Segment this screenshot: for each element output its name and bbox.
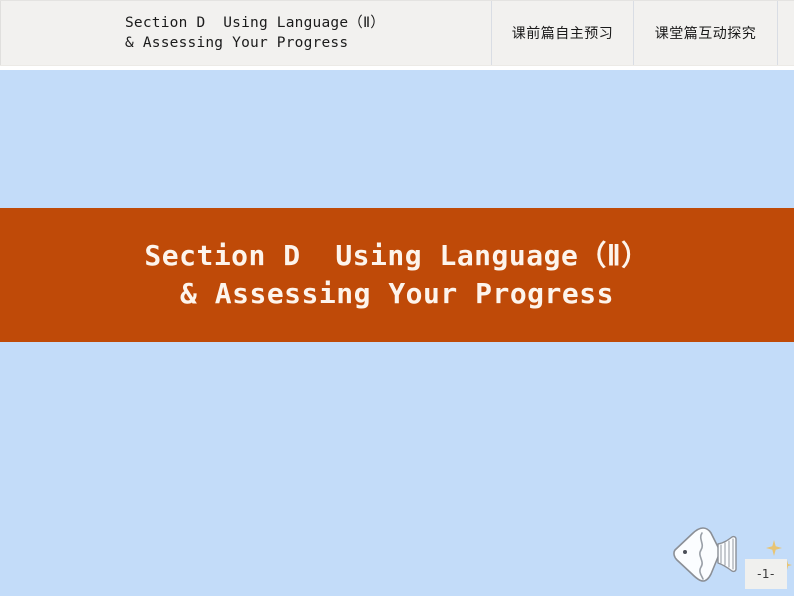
page-number-label: -1-	[757, 567, 775, 581]
tab-pre-class-preview[interactable]: 课前篇自主预习	[492, 1, 634, 65]
title-banner: Section D Using Language（Ⅱ） & Assessing …	[0, 208, 794, 342]
page-title: Section D Using Language（Ⅱ） & Assessing …	[107, 13, 385, 53]
sparkle-star-icon	[766, 540, 782, 556]
banner-title-line-1: Section D Using Language（Ⅱ）	[144, 239, 650, 272]
banner-title: Section D Using Language（Ⅱ） & Assessing …	[144, 237, 649, 313]
tab-pre-class-preview-label: 课前篇自主预习	[511, 26, 614, 42]
tab-in-class-exploration-label: 课堂篇互动探究	[654, 26, 757, 42]
page-title-line-2: & Assessing Your Progress	[125, 35, 349, 51]
header-tab-spacer	[778, 1, 794, 65]
slide-canvas: Section D Using Language（Ⅱ） & Assessing …	[0, 0, 794, 596]
header-title-cell: Section D Using Language（Ⅱ） & Assessing …	[0, 1, 492, 65]
tab-in-class-exploration[interactable]: 课堂篇互动探究	[634, 1, 778, 65]
fish-icon	[673, 527, 737, 582]
header-bar: Section D Using Language（Ⅱ） & Assessing …	[0, 0, 794, 66]
page-title-line-1: Section D Using Language（Ⅱ）	[125, 15, 385, 31]
banner-title-line-2: & Assessing Your Progress	[180, 277, 614, 310]
page-number-badge: -1-	[745, 559, 787, 589]
